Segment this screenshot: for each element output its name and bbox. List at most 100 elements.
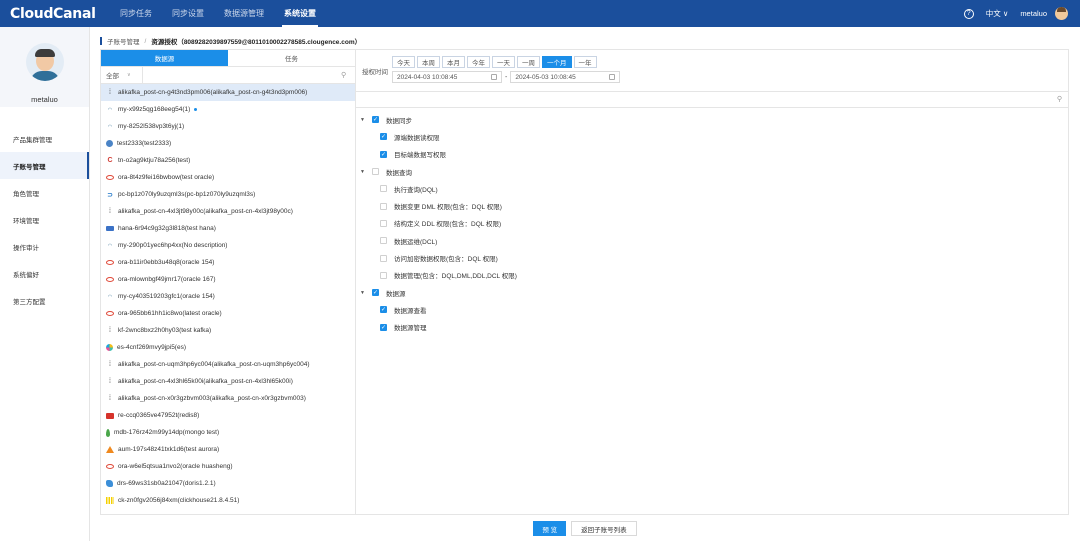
breadcrumb-current: 资源授权（8089282039897559@8011010002278585.c…	[151, 39, 362, 46]
sidebar-item[interactable]: 第三方配置	[0, 287, 89, 314]
help-icon[interactable]: ?	[963, 8, 974, 19]
datasource-item[interactable]: re-ccq0365ve47952t(redis8)	[101, 407, 355, 424]
permission-item[interactable]: 数据变更 DML 权限(包含：DQL 权限)	[356, 197, 1068, 214]
permission-item[interactable]: 访问加密数据权限(包含：DQL 权限)	[356, 249, 1068, 266]
search-icon[interactable]: ⚲	[1057, 95, 1062, 103]
datasource-item[interactable]: ck-zn0fgv2056j84xm(clickhouse21.8.4.51)	[101, 492, 355, 509]
checkbox[interactable]: ✓	[380, 150, 387, 158]
sidebar-item[interactable]: 角色管理	[0, 179, 89, 206]
quick-range-button[interactable]: 本周	[417, 56, 440, 68]
checkbox[interactable]: ✓	[380, 133, 387, 141]
quick-range-button[interactable]: 一天	[492, 56, 515, 68]
checkbox[interactable]: ✓	[372, 116, 379, 124]
datasource-item[interactable]: ⁞ alikafka_post-cn-uqm3hp6yc004(alikafka_…	[101, 356, 355, 373]
permission-label: 数据变更 DML 权限(包含：DQL 权限)	[394, 204, 502, 212]
status-dot-icon	[194, 108, 198, 111]
datasource-item[interactable]: ora-w6el5qtsua1nvo2(oracle huasheng)	[101, 458, 355, 475]
permission-item[interactable]: ✓ 数据源管理	[356, 319, 1068, 336]
datasource-item[interactable]: ⁞ alikafka_post-cn-4xl3hl65k00i(alikafka_…	[101, 373, 355, 390]
datasource-item[interactable]: ◠ my-8252l538vp3t6yj(1)	[101, 118, 355, 135]
permission-item[interactable]: 执行查询(DQL)	[356, 180, 1068, 197]
checkbox[interactable]	[380, 202, 387, 210]
preview-button[interactable]: 预 览	[533, 521, 567, 536]
permission-group[interactable]: ▼ ✓ 数据同步	[356, 111, 1068, 128]
permission-search[interactable]: ⚲	[356, 92, 1068, 108]
datasource-item[interactable]: hana-6r94c9g32g3l818(test hana)	[101, 220, 355, 237]
datasource-item[interactable]: ⁞ kf-2wnc8bxz2h0hy03(test kafka)	[101, 322, 355, 339]
sidebar-item[interactable]: 环境管理	[0, 206, 89, 233]
mongo-icon	[106, 428, 110, 437]
tab-task[interactable]: 任务	[228, 50, 355, 67]
checkbox[interactable]	[380, 185, 387, 193]
nav-item[interactable]: 同步设置	[162, 0, 214, 27]
datasource-label: tn-o2ag9ktju78a256(test)	[118, 157, 191, 164]
checkbox[interactable]	[380, 219, 387, 227]
quick-range-button[interactable]: 一周	[517, 56, 540, 68]
datasource-label: my-x99z5qg168eeg54(1)	[118, 106, 191, 113]
checkbox[interactable]: ✓	[380, 323, 387, 331]
logo[interactable]: CloudCanal	[10, 6, 100, 22]
datasource-item[interactable]: es-4cnf269mvy9jpi5(es)	[101, 339, 355, 356]
start-date-input[interactable]: 2024-04-03 10:08:45	[392, 71, 502, 83]
datasource-item[interactable]: ora-b11ir0ebb3u48q8(oracle 154)	[101, 254, 355, 271]
breadcrumb: 子账号管理 / 资源授权（8089282039897559@8011010002…	[100, 36, 361, 46]
kafka-icon: ⁞	[109, 361, 111, 368]
search-icon[interactable]: ⚲	[341, 71, 355, 79]
quick-range-button[interactable]: 今天	[392, 56, 415, 68]
checkbox[interactable]: ✓	[380, 306, 387, 314]
sidebar-item[interactable]: 操作审计	[0, 233, 89, 260]
type-filter-select[interactable]: 全部 ∨	[101, 67, 143, 83]
tab-datasource[interactable]: 数据源	[101, 50, 228, 67]
permission-group[interactable]: ▼ 数据查询	[356, 163, 1068, 180]
permission-label: 数据运维(DCL)	[394, 238, 438, 246]
checkbox[interactable]: ✓	[372, 289, 379, 297]
back-to-list-button[interactable]: 返回子账号列表	[571, 521, 637, 536]
nav-item[interactable]: 同步任务	[110, 0, 162, 27]
datasource-item[interactable]: aum-197s48z41txk1d6(test aurora)	[101, 441, 355, 458]
datasource-item[interactable]: drs-69ws31sb0a21047(doris1.2.1)	[101, 475, 355, 492]
checkbox[interactable]	[372, 168, 379, 176]
datasource-item[interactable]: ora-965bb61hh1ic8wo(latest oracle)	[101, 305, 355, 322]
sidebar-item[interactable]: 产品集群管理	[0, 125, 89, 152]
quick-range-buttons: 今天 本周 本月 今年 一天 一周 一个月 一年	[392, 56, 620, 68]
datasource-item[interactable]: ◠ my-cy403519203gfc1(oracle 154)	[101, 288, 355, 305]
nav-item[interactable]: 系统设置	[274, 0, 326, 27]
permission-item[interactable]: 数据运维(DCL)	[356, 232, 1068, 249]
checkbox[interactable]	[380, 237, 387, 245]
end-date-input[interactable]: 2024-05-03 10:08:45	[510, 71, 621, 83]
language-select[interactable]: 中文 ∨	[986, 8, 1009, 19]
quick-range-button[interactable]: 一个月	[542, 56, 572, 68]
datasource-item[interactable]: ora-8t4z9fei16bwbow(test oracle)	[101, 169, 355, 186]
nav-item[interactable]: 数据源管理	[214, 0, 274, 27]
datasource-item[interactable]: ◠ my-x99z5qg168eeg54(1)	[101, 101, 355, 118]
permission-group[interactable]: ▼ ✓ 数据源	[356, 284, 1068, 301]
quick-range-button[interactable]: 今年	[467, 56, 490, 68]
datasource-item[interactable]: ⊃ pc-bp1z070ly9uzqml3s(pc-bp1z070ly9uzqml…	[101, 186, 355, 203]
datasource-item[interactable]: test2333(test2333)	[101, 135, 355, 152]
permission-item[interactable]: ✓ 数据源查看	[356, 301, 1068, 318]
user-avatar-icon[interactable]	[1055, 7, 1068, 20]
datasource-item[interactable]: ◠ my-290p01yec6hp4xx(No description)	[101, 237, 355, 254]
permission-item[interactable]: ✓ 源端数据读权限	[356, 128, 1068, 145]
caret-down-icon[interactable]: ▼	[360, 169, 368, 175]
permission-item[interactable]: ✓ 目标端数据写权限	[356, 146, 1068, 163]
resource-search-input[interactable]	[143, 67, 341, 83]
datasource-item[interactable]: ⁞ alikafka_post-cn-x0r3gzbvm003(alikafka_…	[101, 390, 355, 407]
datasource-item[interactable]: ora-mlownbgf49jmr17(oracle 167)	[101, 271, 355, 288]
sidebar-item[interactable]: 系统偏好	[0, 260, 89, 287]
caret-down-icon[interactable]: ▼	[360, 290, 368, 296]
sidebar-item[interactable]: 子账号管理	[0, 152, 89, 179]
permission-item[interactable]: 结构定义 DDL 权限(包含：DQL 权限)	[356, 215, 1068, 232]
checkbox[interactable]	[380, 271, 387, 279]
permission-item[interactable]: 数据管理(包含：DQL,DML,DDL,DCL 权限)	[356, 267, 1068, 284]
datasource-item[interactable]: Ctn-o2ag9ktju78a256(test)	[101, 152, 355, 169]
top-username[interactable]: metaluo	[1020, 9, 1047, 18]
quick-range-button[interactable]: 本月	[442, 56, 465, 68]
caret-down-icon[interactable]: ▼	[360, 117, 368, 123]
breadcrumb-parent[interactable]: 子账号管理	[107, 36, 140, 46]
checkbox[interactable]	[380, 254, 387, 262]
datasource-item[interactable]: mdb-176rz42m99y14dp(mongo test)	[101, 424, 355, 441]
datasource-item[interactable]: ⁞ alikafka_post-cn-4xl3jt98y00c(alikafka_…	[101, 203, 355, 220]
quick-range-button[interactable]: 一年	[573, 56, 597, 68]
datasource-item[interactable]: ⁞ alikafka_post-cn-g4t3nd3pm006(alikafka_…	[101, 84, 355, 101]
